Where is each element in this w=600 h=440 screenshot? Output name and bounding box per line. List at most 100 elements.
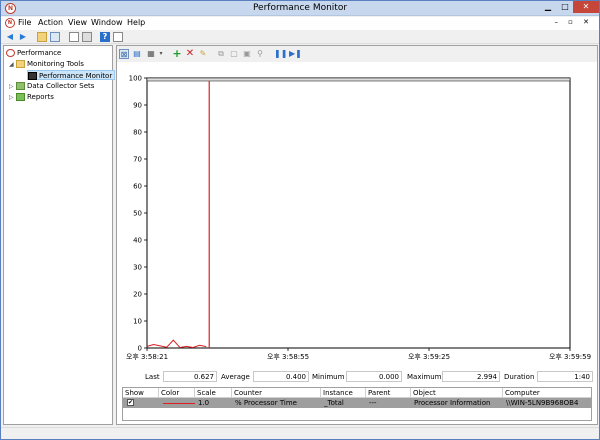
main-toolbar: ◀ ▶ ?: [1, 30, 599, 44]
navigation-tree: Performance ◢ Monitoring Tools Performanc…: [3, 45, 116, 425]
y-tick-label: 100: [129, 75, 142, 83]
column-computer[interactable]: Computer: [503, 388, 591, 398]
average-value: 0.400: [253, 371, 309, 382]
menu-window[interactable]: Window: [91, 18, 123, 27]
show-hide-tree-icon[interactable]: [50, 32, 60, 42]
folder-icon: [16, 60, 25, 68]
last-value: 0.627: [163, 371, 217, 382]
back-icon[interactable]: ◀: [5, 32, 15, 42]
up-folder-icon[interactable]: [37, 32, 47, 42]
minimize-button[interactable]: ▁: [540, 1, 556, 13]
x-tick-label: 오후 3:58:55: [267, 353, 309, 361]
column-parent[interactable]: Parent: [366, 388, 411, 398]
tree-item-data-collector-sets[interactable]: ▷ Data Collector Sets: [9, 81, 94, 91]
y-tick-label: 30: [133, 264, 142, 272]
y-tick-label: 20: [133, 291, 142, 299]
last-label: Last: [145, 373, 160, 381]
maximum-label: Maximum: [407, 373, 442, 381]
y-tick-label: 50: [133, 210, 142, 218]
minimum-value: 0.000: [346, 371, 402, 382]
graph-type-dropdown-icon[interactable]: ▾: [156, 49, 166, 59]
performance-monitor-pane: ⊠ ▤ ▦ ▾ + ✕ ✎ ⧉ ▢ ▣ ⚲ ❚❚ ▶❚ 100 90 80 70 60 5…: [116, 45, 598, 425]
title-bar[interactable]: N Performance Monitor ▁ □ ✕: [1, 1, 599, 16]
maximize-button[interactable]: □: [557, 1, 573, 13]
counter-legend-table: Show Color Scale Counter Instance Parent…: [122, 387, 592, 421]
performance-icon: [6, 49, 15, 57]
menu-action[interactable]: Action: [38, 18, 63, 27]
duration-value: 1:40: [537, 371, 593, 382]
forward-icon[interactable]: ▶: [18, 32, 28, 42]
properties-icon[interactable]: ▣: [242, 49, 252, 59]
x-tick-label: 오후 3:58:21: [126, 353, 168, 361]
scale-cell: 1.0: [198, 399, 210, 407]
copy-properties-icon[interactable]: ⧉: [216, 49, 226, 59]
tree-item-reports[interactable]: ▷ Reports: [9, 92, 54, 102]
expand-icon[interactable]: ▷: [9, 93, 16, 103]
close-button[interactable]: ✕: [573, 1, 599, 13]
paste-counter-list-icon[interactable]: ▢: [229, 49, 239, 59]
update-data-icon[interactable]: ▶❚: [289, 49, 302, 59]
instance-cell: _Total: [324, 399, 344, 407]
y-tick-label: 10: [133, 318, 142, 326]
window-title: Performance Monitor: [252, 3, 348, 13]
app-window: N Performance Monitor ▁ □ ✕ N File Actio…: [0, 0, 600, 440]
menu-help[interactable]: Help: [127, 18, 145, 27]
collapse-icon[interactable]: ◢: [9, 60, 16, 70]
zoom-icon[interactable]: ⚲: [255, 49, 265, 59]
y-tick-label: 80: [133, 129, 142, 137]
column-show[interactable]: Show: [123, 388, 159, 398]
tree-item-monitoring-tools[interactable]: ◢ Monitoring Tools: [9, 59, 84, 69]
menu-file[interactable]: File: [18, 18, 31, 27]
x-tick-label: 오후 3:59:25: [408, 353, 450, 361]
export-list-icon[interactable]: [69, 32, 79, 42]
status-bar: [1, 427, 599, 439]
series-color-swatch: [163, 403, 195, 404]
x-tick-label: 오후 3:59:59: [549, 353, 591, 361]
menu-view[interactable]: View: [68, 18, 87, 27]
table-row[interactable]: ✔ 1.0 % Processor Time _Total --- Proces…: [123, 398, 591, 408]
plot-top-band: [146, 77, 571, 82]
reports-icon: [16, 93, 25, 101]
action-pane-icon[interactable]: [113, 32, 123, 42]
parent-cell: ---: [369, 399, 377, 407]
counter-table-header: Show Color Scale Counter Instance Parent…: [123, 388, 591, 398]
monitor-toolbar: ⊠ ▤ ▦ ▾ + ✕ ✎ ⧉ ▢ ▣ ⚲ ❚❚ ▶❚: [117, 46, 597, 62]
y-tick-label: 70: [133, 156, 142, 164]
freeze-display-icon[interactable]: ❚❚: [274, 49, 287, 59]
counter-cell: % Processor Time: [235, 399, 297, 407]
help-icon[interactable]: ?: [100, 32, 110, 42]
highlight-icon[interactable]: ✎: [198, 49, 208, 59]
column-color[interactable]: Color: [159, 388, 195, 398]
computer-cell: \\WIN-5LN9B968OB4: [506, 399, 579, 407]
performance-monitor-chart-icon: [28, 72, 37, 80]
y-tick-label: 40: [133, 237, 142, 245]
duration-label: Duration: [504, 373, 535, 381]
average-label: Average: [221, 373, 250, 381]
plot-area: [146, 77, 571, 349]
column-object[interactable]: Object: [411, 388, 503, 398]
tree-item-performance[interactable]: Performance: [6, 48, 61, 58]
add-counter-icon[interactable]: +: [172, 48, 182, 59]
column-counter[interactable]: Counter: [232, 388, 321, 398]
menu-bar: N File Action View Window Help – ▫ ✕: [1, 17, 599, 30]
column-scale[interactable]: Scale: [195, 388, 232, 398]
column-instance[interactable]: Instance: [321, 388, 366, 398]
minimum-label: Minimum: [312, 373, 345, 381]
data-collector-icon: [16, 82, 25, 90]
statistics-bar: Last 0.627 Average 0.400 Minimum 0.000 M…: [117, 370, 597, 384]
tree-item-performance-monitor[interactable]: Performance Monitor: [27, 70, 116, 80]
object-cell: Processor Information: [414, 399, 491, 407]
view-log-data-icon[interactable]: ▤: [132, 49, 142, 59]
mdi-window-buttons[interactable]: – ▫ ✕: [554, 18, 593, 26]
delete-counter-icon[interactable]: ✕: [185, 49, 195, 59]
y-tick-label: 90: [133, 102, 142, 110]
performance-chart[interactable]: 1009080706050403020100오후 3:58:21 오후 3:58:…: [117, 68, 597, 368]
show-checkbox[interactable]: ✔: [127, 399, 134, 406]
properties-icon[interactable]: [82, 32, 92, 42]
change-graph-type-icon[interactable]: ▦: [146, 49, 156, 59]
maximum-value: 2.994: [442, 371, 500, 382]
view-current-activity-icon[interactable]: ⊠: [119, 49, 129, 59]
expand-icon[interactable]: ▷: [9, 82, 16, 92]
y-tick-label: 60: [133, 183, 142, 191]
mmc-icon[interactable]: N: [5, 18, 15, 28]
